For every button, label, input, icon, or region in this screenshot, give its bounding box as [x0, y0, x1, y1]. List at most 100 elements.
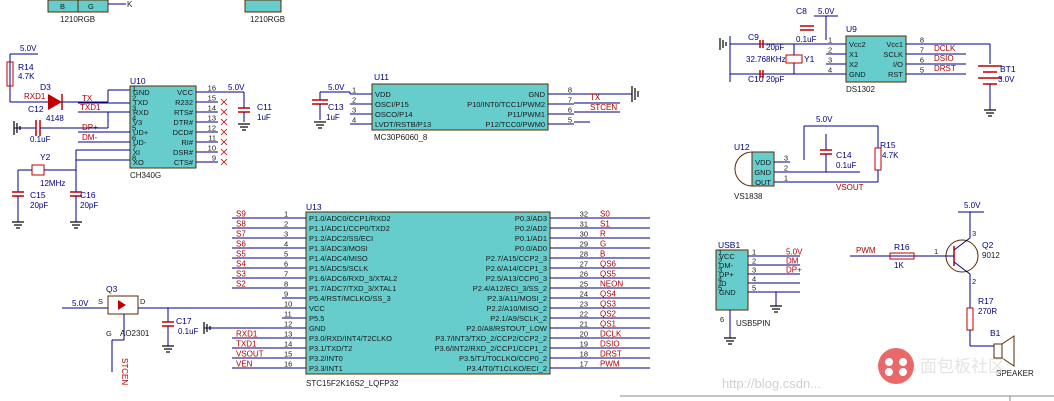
c13-ref: C13: [328, 102, 344, 112]
u10-vcc-label: 5.0V: [228, 83, 245, 92]
u13-right-net-label: QS2: [600, 310, 617, 319]
net-dsio-u9: DSIO: [934, 54, 954, 63]
u9-right-pin-number: 6: [920, 56, 924, 65]
q2-pin-3: 3: [972, 229, 976, 238]
u13-left-net-label: VSOUT: [236, 350, 264, 359]
u13-right-pin-label: P2.1/A9/SCLK_2: [490, 314, 547, 323]
q3-ref: Q3: [106, 284, 118, 294]
y1-value: 32.768KHz: [746, 55, 786, 64]
gnd-symbol-c13: [314, 121, 326, 129]
u13-right-pin-label: P3.4/T0/T1CLKO/ECI_2: [467, 364, 547, 373]
u13-right-pin-label: P0.1/AD1: [515, 234, 547, 243]
u10-left-pin-number: 6: [132, 134, 136, 143]
y2-crystal-block: Y2 12MHz C15 20pF C16 20pF: [12, 149, 130, 229]
b1-ref: B1: [990, 328, 1001, 338]
u12-pin-number: 1: [784, 174, 788, 183]
r16-value: 1K: [894, 261, 904, 270]
rgb-part-label-right: 1210RGB: [250, 15, 285, 24]
u13-left-pin-number: 3: [284, 230, 288, 239]
u13-left-net-label: TXD1: [236, 340, 257, 349]
net-dclk-u9: DCLK: [934, 44, 956, 53]
u11-right-pin-number: 6: [568, 106, 572, 115]
u12-part: VS1838: [734, 192, 763, 201]
u9-ref: U9: [846, 24, 857, 34]
u10-left-pin-number: 8: [132, 154, 136, 163]
c14-value: 0.1uF: [836, 161, 857, 170]
c16-value: 20pF: [80, 201, 98, 210]
u10-left-pin-number: 4: [132, 114, 136, 123]
u11-left-pin-number: 2: [352, 96, 356, 105]
c10-value: 20pF: [766, 75, 784, 84]
d3-diode: [48, 94, 62, 110]
u11-ref: U11: [374, 72, 389, 82]
rgb-pin-b: B: [60, 2, 65, 11]
u13-right-pin-label: P3.7/INT3/TXD_2/CCP2/CCP2_2: [435, 334, 547, 343]
gnd-symbol-c16: [70, 221, 82, 229]
u13-right-net-label: PWM: [600, 360, 620, 369]
u13-right-pin-label: P2.0/A8/RSTOUT_LOW: [466, 324, 548, 333]
u13-right-pin-label: P2.2/A10/MISO_2: [487, 304, 547, 313]
u11-left-pin-label: VDD: [375, 90, 391, 99]
u13-right-pin-label: P2.4/A12/ECI_3/SS_2: [473, 284, 547, 293]
u13-left-pin-number: 15: [284, 350, 292, 359]
u10-right-pin-number: 12: [208, 124, 216, 133]
u13-left-net-label: S4: [236, 260, 246, 269]
usb1-pin-number: 1: [718, 248, 722, 257]
u9-right-pin-label: I/O: [893, 60, 903, 69]
u10-right-pin-number: 14: [208, 104, 216, 113]
u10-right-pin-label: VCC: [177, 88, 193, 97]
r17-value: 270R: [978, 307, 997, 316]
c9-ref: C9: [748, 32, 759, 42]
u13-left-pin-number: 4: [284, 240, 288, 249]
u13-right-pin-number: 31: [580, 220, 588, 229]
u13-right-pin-label: P2.7/A15/CCP2_3: [486, 254, 547, 263]
c14-ref: C14: [836, 150, 852, 160]
q3-vcc-label: 5.0V: [72, 299, 89, 308]
u10-right-pin-number: 16: [208, 84, 216, 93]
u9-right-pin-number: 8: [920, 36, 924, 45]
bt1-value: 3.0V: [998, 75, 1015, 84]
c17-ref: C17: [176, 316, 192, 326]
gnd-symbol-u9: [719, 38, 727, 50]
u13-right-net-label: QS4: [600, 290, 617, 299]
c15-value: 20pF: [30, 201, 48, 210]
r17-ref: R17: [978, 296, 994, 306]
watermark: http://blog.csdn... 面包板社区: [722, 348, 1005, 391]
watermark-logo-icon: [878, 348, 914, 384]
u11-left-pin-label: OSCO/P14: [375, 110, 413, 119]
u11-left-pin-number: 3: [352, 106, 356, 115]
u13-left-pin-number: 7: [284, 270, 288, 279]
y1-crystal: [785, 54, 803, 64]
u11-left-pin-label: OSCI/P15: [375, 100, 409, 109]
q3-pin-d: D: [140, 297, 146, 306]
buzzer-driver: 5.0V Q2 9012 3 1 2 PWM R16 1K R17 270R B…: [850, 201, 1034, 378]
u11-right-pin-label: GND: [528, 90, 545, 99]
u11-right-pin-label: P12/TCC0/PWM0: [485, 120, 545, 129]
u11-left-pin-number: 1: [352, 86, 356, 95]
u13-right-pin-number: 22: [580, 310, 588, 319]
u13-right-pin-number: 27: [580, 260, 588, 269]
u13-ref: U13: [306, 202, 322, 212]
u13-left-pin-label: P1.1/ADC1/CCP0/TXD2: [309, 224, 390, 233]
u13-right-net-label: B: [600, 250, 605, 259]
u11-left-pin-number: 4: [352, 116, 356, 125]
u13-left-pin-number: 10: [284, 300, 292, 309]
u13-left-net-label: S5: [236, 250, 246, 259]
net-drst-u9: DRST: [934, 64, 956, 73]
u13-left-pin-number: 1: [284, 210, 288, 219]
u9-left-pin-label: Vcc2: [849, 40, 866, 49]
u9-right-pin-number: 7: [920, 46, 924, 55]
u13-left-pin-number: 8: [284, 280, 288, 289]
u13-right-net-label: DSIO: [600, 340, 620, 349]
usb1-net-label: DM: [786, 257, 799, 266]
r14-value: 4.7K: [18, 72, 35, 81]
u12-pin-label: OUT: [755, 178, 771, 187]
u13-left-pin-label: P3.0/RXD/INT4/T2CLKO: [309, 334, 392, 343]
u13-left-pin-number: 5: [284, 250, 288, 259]
r14-d3-block: 5.0V R14 4.7K RXD1 D3 4148 C12 0.1uF: [6, 44, 130, 144]
u13-right-pin-label: P0.2/AD2: [515, 224, 547, 233]
u13-right-net-label: S1: [600, 220, 610, 229]
u12-pin-label: GND: [754, 168, 771, 177]
y2-crystal: [31, 164, 45, 176]
u13-right-net-label: S0: [600, 210, 610, 219]
